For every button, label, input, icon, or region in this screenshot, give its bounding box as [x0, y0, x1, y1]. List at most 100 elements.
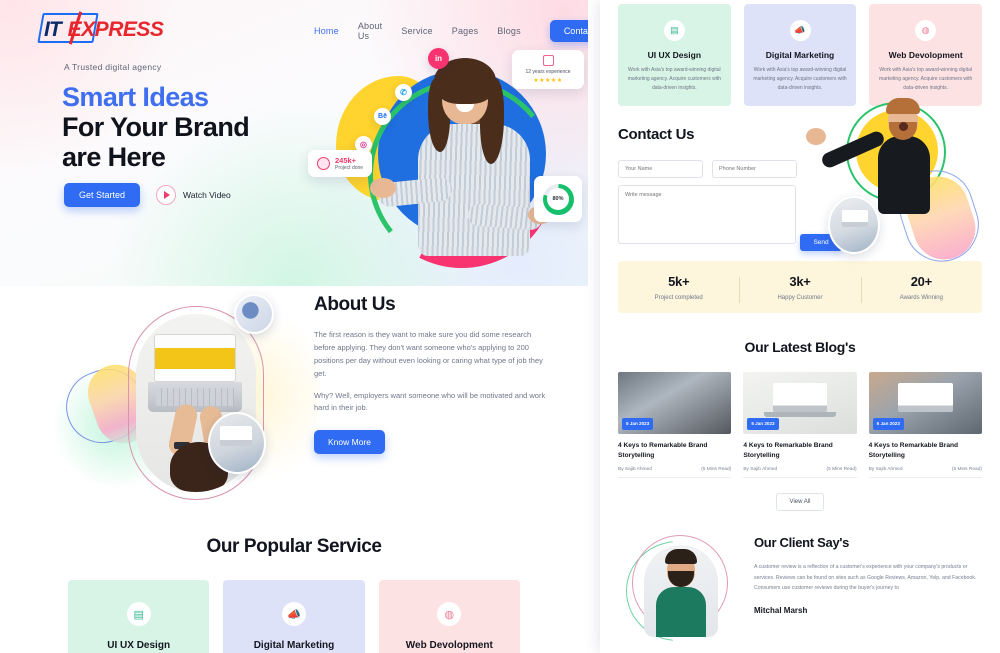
medal-icon — [317, 157, 330, 170]
about-title: About Us — [314, 294, 396, 315]
know-more-button[interactable]: Know More — [314, 430, 385, 455]
hero-actions: Get Started Watch Video — [64, 183, 231, 207]
stat-label: Project completed — [654, 295, 703, 301]
stat-number: 3k+ — [789, 274, 811, 289]
blog-read-time: (5 Mins Read) — [951, 467, 982, 473]
service-card-description: Work with Asia's top award-winning digit… — [879, 67, 973, 91]
blog-thumbnail: 5 Jan 2023 — [868, 372, 982, 434]
laptop-keyboard — [156, 388, 234, 406]
about-circle-photo-top — [234, 294, 274, 334]
service-card-title: Web Devolopment — [888, 50, 963, 60]
testimonial-illustration — [618, 531, 742, 643]
blog-card[interactable]: 5 Jan 2023 4 Keys to Remarkable Brand St… — [868, 372, 982, 479]
logo-text-express: EXPRESS — [67, 18, 164, 41]
rating-stars: ★★★★★ — [533, 78, 563, 84]
blog-card[interactable]: 5 Jan 2023 4 Keys to Remarkable Brand St… — [618, 372, 732, 479]
blogs-section: Our Latest Blog's 5 Jan 2023 4 Keys to R… — [600, 313, 1000, 512]
calendar-icon — [542, 55, 554, 66]
contact-circle-photo — [828, 196, 880, 254]
testimonial-quote: A customer review is a reflection of a c… — [754, 564, 977, 591]
service-card-description: Work with Asia's top award-winning digit… — [627, 67, 721, 91]
blog-author: By Sajib Ahmed — [868, 467, 903, 473]
blog-meta: By Sajib Ahmed (5 Mins Read) — [868, 467, 982, 479]
message-textarea[interactable] — [618, 185, 796, 244]
client-hair — [665, 549, 697, 565]
watch-video-button[interactable]: Watch Video — [156, 185, 231, 205]
testimonial-section: Our Client Say's A customer review is a … — [600, 511, 1000, 643]
experience-badge-label: 12 years experience — [525, 69, 571, 75]
person-body — [878, 136, 930, 214]
projects-label: Project done — [335, 165, 364, 171]
service-card-title: UI UX Design — [647, 50, 702, 60]
hero-illustration: in ✆ Bē ◎ 12 years experience ★★★★★ 245k… — [300, 28, 588, 293]
services-section: Our Popular Service ▤ UI UX Design 📣 Dig… — [0, 526, 588, 653]
view-all-button[interactable]: View All — [775, 493, 825, 512]
site-logo[interactable]: IT EXPRESS — [37, 11, 164, 45]
blog-card[interactable]: 5 Jan 2023 4 Keys to Remarkable Brand St… — [743, 372, 857, 479]
laptop-base — [763, 411, 837, 418]
stat-label: Happy Customer — [777, 295, 823, 301]
service-card-digital-marketing[interactable]: 📣 Digital Marketing — [223, 580, 365, 653]
stat-happy-customer: 3k+ Happy Customer — [739, 274, 860, 303]
services-title: Our Popular Service — [206, 536, 382, 557]
blog-date-badge: 5 Jan 2023 — [747, 418, 779, 430]
stat-number: 20+ — [910, 274, 932, 289]
megaphone-icon: 📣 — [281, 602, 306, 626]
client-photo — [644, 545, 718, 638]
blog-thumbnail: 5 Jan 2023 — [618, 372, 732, 434]
layout-icon: ▤ — [126, 602, 151, 626]
about-paragraph-1: The first reason is they want to make su… — [314, 330, 543, 378]
progress-donut-icon: 80% — [542, 183, 574, 215]
service-card-web-devolopment[interactable]: ◍ Web Devolopment — [378, 580, 520, 653]
testimonial-content: Our Client Say's A customer review is a … — [754, 531, 982, 614]
twitter-icon[interactable]: ✆ — [395, 84, 412, 101]
blogs-title: Our Latest Blog's — [744, 339, 856, 355]
blog-meta: By Sajib Ahmed (5 Mins Read) — [743, 467, 857, 479]
blog-title: 4 Keys to Remarkable Brand Storytelling — [618, 442, 708, 460]
service-card-ui-ux-design[interactable]: ▤ UI UX Design — [68, 580, 210, 653]
logo-text-it: IT — [44, 18, 62, 41]
services-grid: ▤ UI UX Design 📣 Digital Marketing ◍ Web… — [0, 558, 588, 653]
blogs-grid: 5 Jan 2023 4 Keys to Remarkable Brand St… — [618, 372, 982, 479]
blog-author: By Sajib Ahmed — [618, 467, 652, 473]
client-beard — [668, 571, 694, 588]
linkedin-icon[interactable]: in — [428, 48, 449, 69]
panel-gap — [588, 0, 600, 653]
code-icon: ◍ — [437, 602, 462, 626]
percent-value: 80% — [552, 196, 564, 202]
about-illustration — [52, 290, 320, 518]
service-card-description: Work with Asia's top award-winning digit… — [753, 67, 847, 91]
hero-tagline: A Trusted digital agency — [64, 62, 162, 72]
megaphone-icon: 📣 — [789, 20, 811, 41]
name-input[interactable] — [618, 160, 703, 178]
blog-meta: By Sajib Ahmed (5 Mins Read) — [618, 467, 732, 479]
play-icon — [156, 185, 177, 205]
blog-thumbnail: 5 Jan 2023 — [743, 372, 857, 434]
get-started-button[interactable]: Get Started — [64, 183, 141, 207]
experience-badge: 12 years experience ★★★★★ — [512, 50, 584, 89]
phone-input[interactable] — [712, 160, 797, 178]
page-preview-right: ▤ UI UX Design Work with Asia's top awar… — [600, 0, 1000, 653]
blog-title: 4 Keys to Remarkable Brand Storytelling — [868, 442, 959, 460]
service-card-ui-ux-design[interactable]: ▤ UI UX Design Work with Asia's top awar… — [618, 4, 731, 106]
stat-number: 5k+ — [668, 274, 690, 289]
service-card-title: Digital Marketing — [253, 640, 335, 651]
testimonial-author: Mitchal Marsh — [754, 605, 808, 615]
behance-icon[interactable]: Bē — [374, 108, 391, 125]
service-card-title: Web Devolopment — [405, 640, 493, 651]
stat-label: Awards Winning — [899, 295, 943, 301]
service-card-title: UI UX Design — [107, 640, 171, 651]
contact-form-row — [618, 160, 797, 178]
blog-author: By Sajib Ahmed — [743, 467, 778, 473]
blog-read-time: (5 Mins Read) — [826, 467, 857, 473]
blog-title: 4 Keys to Remarkable Brand Storytelling — [743, 442, 833, 460]
watch-video-label: Watch Video — [183, 190, 231, 200]
person-mouth — [899, 122, 908, 131]
layout-icon: ▤ — [663, 20, 685, 41]
blog-date-badge: 5 Jan 2023 — [622, 418, 654, 430]
about-circle-photo-bottom — [208, 412, 266, 474]
about-section: About Us The first reason is they want t… — [0, 286, 588, 526]
stat-awards-winning: 20+ Awards Winning — [860, 274, 982, 303]
service-card-title: Digital Marketing — [765, 50, 835, 60]
person-pointing-hand — [806, 128, 826, 145]
